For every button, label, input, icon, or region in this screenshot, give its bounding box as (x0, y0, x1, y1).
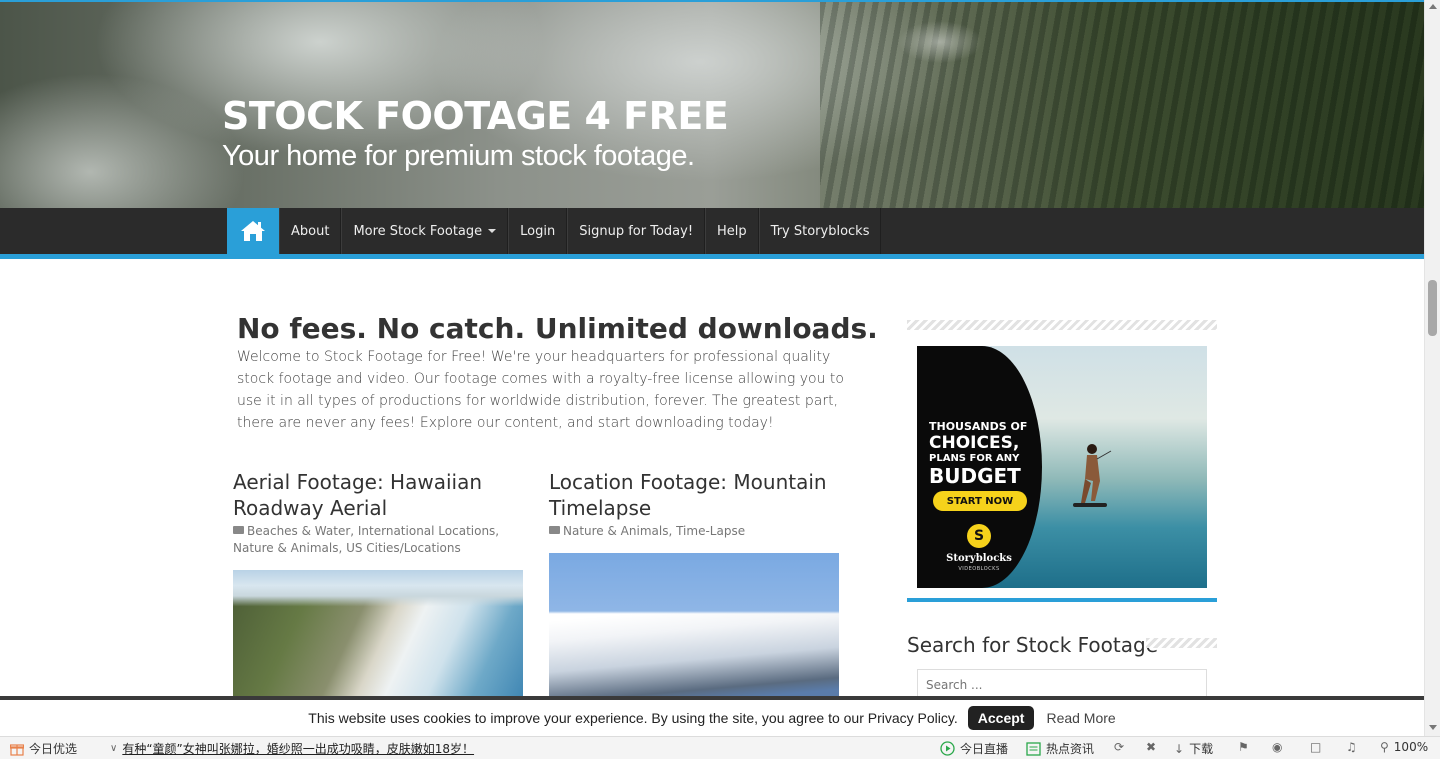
post-thumbnail[interactable] (233, 570, 523, 700)
status-zoom[interactable]: ⚲ 100% (1380, 740, 1428, 754)
cookie-banner: This website uses cookies to improve you… (0, 696, 1424, 736)
window-icon[interactable]: □ (1310, 740, 1321, 754)
nav-item-help[interactable]: Help (705, 208, 759, 254)
play-circle-icon (940, 741, 955, 756)
nav-item-more-stock-footage[interactable]: More Stock Footage (341, 208, 509, 254)
widget-title-hatch (1146, 638, 1217, 648)
intro-text: Welcome to Stock Footage for Free! We're… (237, 349, 844, 431)
browser-status-bar: 今日优选 ∨ 有种“童颜”女神叫张娜拉，婚纱照一出成功吸睛，皮肤嫩如18岁！ 今… (0, 736, 1440, 759)
site-tagline: Your home for premium stock footage. (222, 140, 695, 172)
zoom-level: 100% (1393, 740, 1429, 754)
nav-item-label: Signup for Today! (579, 223, 694, 239)
kitesurfer-image (1073, 444, 1112, 507)
ad-brand: Storyblocks (946, 553, 1012, 564)
status-live[interactable]: 今日直播 (940, 740, 1008, 757)
scroll-down-icon[interactable] (1429, 725, 1437, 730)
storyblocks-logo-icon: S (967, 524, 991, 548)
storyblocks-ad[interactable]: THOUSANDS OF CHOICES, PLANS FOR ANY BUDG… (917, 346, 1207, 588)
nav-item-label: About (291, 223, 330, 239)
pin-icon[interactable]: ✖ (1146, 740, 1156, 754)
intro-title: No fees. No catch. Unlimited downloads. (237, 312, 878, 345)
site-title[interactable]: STOCK FOOTAGE 4 FREE (222, 94, 729, 138)
ad-line: THOUSANDS OF (929, 420, 1028, 433)
folder-icon (549, 526, 560, 534)
cookie-read-more-link[interactable]: Read More (1046, 710, 1115, 726)
status-label: 热点资讯 (1046, 742, 1095, 756)
refresh-icon[interactable]: ⟳ (1114, 740, 1124, 754)
post-thumbnail[interactable] (549, 553, 839, 698)
ad-line: CHOICES, (929, 433, 1020, 453)
download-icon: ↓ (1174, 741, 1185, 756)
ad-start-now-button[interactable]: START NOW (933, 491, 1027, 511)
status-label: 下载 (1189, 742, 1214, 756)
ad-brand-sub: VIDEOBLOCKS (958, 566, 1000, 572)
status-hot-news[interactable]: 热点资讯 (1026, 740, 1094, 757)
ad-line: BUDGET (929, 464, 1021, 488)
post-card: Aerial Footage: Hawaiian Roadway Aerial … (233, 469, 523, 557)
search-widget-title: Search for Stock Footage (907, 633, 1158, 657)
speaker-icon[interactable]: ♫ (1346, 740, 1357, 754)
post-title[interactable]: Aerial Footage: Hawaiian Roadway Aerial (233, 469, 523, 521)
page-scrollbar[interactable] (1424, 0, 1440, 736)
nav-item-about[interactable]: About (279, 208, 342, 254)
zoom-icon: ⚲ (1380, 740, 1389, 754)
page-viewport: STOCK FOOTAGE 4 FREE Your home for premi… (0, 0, 1424, 736)
post-title[interactable]: Location Footage: Mountain Timelapse (549, 469, 839, 521)
main-nav: About More Stock Footage Login Signup fo… (0, 208, 1424, 254)
ad-headline: THOUSANDS OF CHOICES, PLANS FOR ANY BUDG… (929, 420, 1039, 487)
post-categories: Nature & Animals, Time-Lapse (549, 523, 839, 540)
folder-icon (233, 526, 244, 534)
scroll-thumb[interactable] (1428, 280, 1437, 336)
cookie-message: This website uses cookies to improve you… (308, 710, 958, 726)
status-download[interactable]: ↓ 下载 (1174, 740, 1213, 757)
post-categories: Beaches & Water, International Locations… (233, 523, 523, 557)
flag-icon[interactable]: ⚑ (1238, 740, 1249, 754)
post-category-links[interactable]: Beaches & Water, International Locations… (233, 524, 499, 555)
status-news-link[interactable]: 有种“童颜”女神叫张娜拉，婚纱照一出成功吸睛，皮肤嫩如18岁！ (122, 740, 474, 757)
nav-item-signup[interactable]: Signup for Today! (567, 208, 706, 254)
nav-item-try-storyblocks[interactable]: Try Storyblocks (758, 208, 882, 254)
status-label: 今日优选 (29, 742, 78, 756)
nav-item-label: Try Storyblocks (770, 223, 870, 239)
home-icon (241, 221, 265, 241)
post-card: Location Footage: Mountain Timelapse Nat… (549, 469, 839, 540)
nav-item-login[interactable]: Login (508, 208, 568, 254)
nav-item-label: Help (717, 223, 747, 239)
chevron-down-icon: ∨ (110, 743, 118, 754)
post-category-links[interactable]: Nature & Animals, Time-Lapse (563, 524, 745, 538)
status-label: 今日直播 (960, 742, 1009, 756)
cookie-accept-button[interactable]: Accept (967, 706, 1035, 730)
nav-item-label: More Stock Footage (353, 223, 483, 239)
status-news-ticker[interactable]: ∨ 有种“童颜”女神叫张娜拉，婚纱照一出成功吸睛，皮肤嫩如18岁！ (110, 740, 474, 757)
nav-home-button[interactable] (227, 208, 279, 254)
browser-icon[interactable]: ◉ (1272, 740, 1282, 754)
sidebar-accent-line (907, 598, 1217, 602)
nav-item-label: Login (520, 223, 556, 239)
scroll-up-icon[interactable] (1429, 4, 1437, 9)
news-icon (1026, 741, 1041, 756)
nav-accent-line (0, 254, 1424, 259)
status-daily-picks[interactable]: 今日优选 (10, 740, 77, 757)
widget-divider (907, 320, 1217, 330)
gift-icon (10, 743, 24, 756)
caret-down-icon (488, 229, 497, 233)
